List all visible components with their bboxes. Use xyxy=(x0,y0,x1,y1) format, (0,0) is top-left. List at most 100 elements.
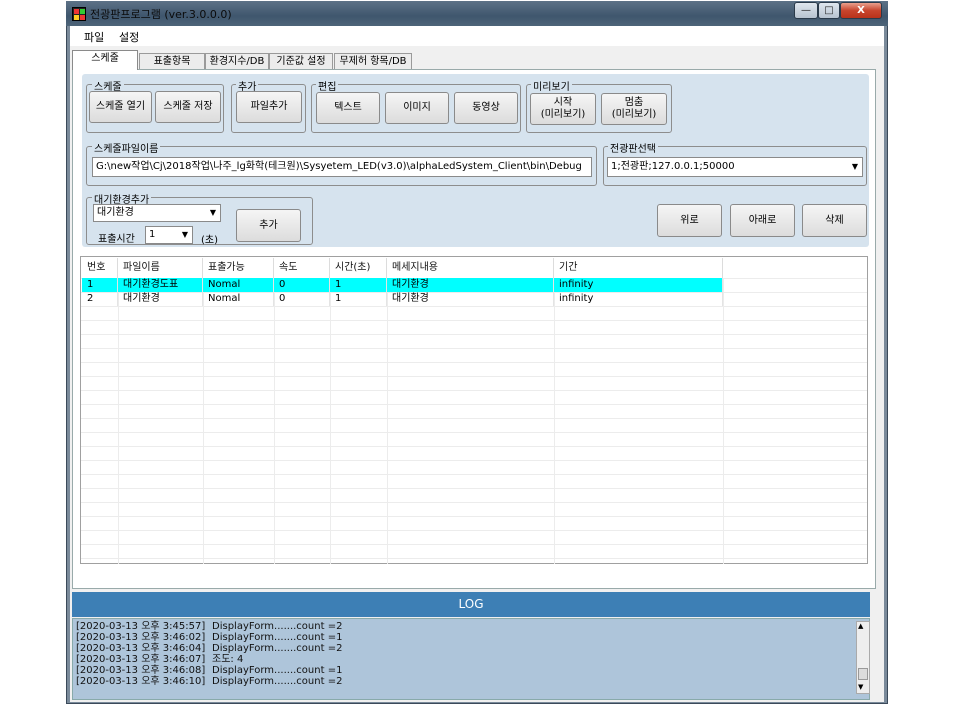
tab-extra-items-db[interactable]: 무제허 항목/DB xyxy=(334,53,412,69)
column-header-displayable[interactable]: 표출가능 xyxy=(203,258,274,278)
board-select-title: 전광판선택 xyxy=(608,140,658,155)
image-button[interactable]: 이미지 xyxy=(385,92,449,124)
chevron-down-icon: ▼ xyxy=(851,162,858,171)
grid-line xyxy=(81,432,867,433)
log-time: [2020-03-13 오후 3:46:04] xyxy=(76,643,206,654)
column-header-number[interactable]: 번호 xyxy=(82,258,118,278)
table-cell: infinity xyxy=(554,278,723,292)
table-cell: 1 xyxy=(330,278,387,292)
menu-bar xyxy=(70,26,884,46)
log-title-bar: LOG xyxy=(72,592,870,617)
log-time: [2020-03-13 오후 3:45:57] xyxy=(76,621,206,632)
column-header-speed[interactable]: 속도 xyxy=(274,258,330,278)
column-header-time[interactable]: 시간(초) xyxy=(330,258,387,278)
idle-env-dropdown[interactable]: 대기환경 ▼ xyxy=(93,204,221,222)
add-idle-env-button[interactable]: 추가 xyxy=(236,209,301,242)
table-cell: 1 xyxy=(82,278,118,292)
table-cell: Nomal xyxy=(203,292,274,306)
move-down-button[interactable]: 아래로 xyxy=(730,204,795,237)
delete-button[interactable]: 삭제 xyxy=(802,204,867,237)
close-button[interactable]: X xyxy=(840,2,882,19)
grid-line xyxy=(81,460,867,461)
stop-preview-button[interactable]: 멈춤 (미리보기) xyxy=(601,93,667,125)
chevron-down-icon: ▼ xyxy=(209,208,216,217)
grid-line xyxy=(81,376,867,377)
tab-threshold-settings[interactable]: 기준값 설정 xyxy=(269,53,333,69)
stop-preview-sublabel: (미리보기) xyxy=(611,109,657,120)
grid-line xyxy=(81,544,867,545)
grid-line xyxy=(81,488,867,489)
schedule-file-field[interactable]: G:\new작업\Cj\2018작업\나주_lg화학(테크원)\Sysyetem… xyxy=(92,157,592,177)
log-time: [2020-03-13 오후 3:46:07] xyxy=(76,654,206,665)
column-header-period[interactable]: 기간 xyxy=(554,258,723,278)
grid-line xyxy=(81,362,867,363)
scroll-down-icon[interactable]: ▼ xyxy=(858,683,863,691)
maximize-button[interactable]: □ xyxy=(818,2,840,19)
display-time-label: 표출시간 xyxy=(98,234,135,245)
table-cell: 1 xyxy=(330,292,387,306)
grid-line xyxy=(81,390,867,391)
menu-settings[interactable]: 설정 xyxy=(119,29,139,45)
log-time: [2020-03-13 오후 3:46:02] xyxy=(76,632,206,643)
tab-display-items[interactable]: 표출항목 xyxy=(139,53,205,69)
grid-line xyxy=(81,446,867,447)
log-entry: [2020-03-13 오후 3:46:10] DisplayForm......… xyxy=(76,676,342,687)
stop-preview-label: 멈춤 xyxy=(624,97,644,108)
table-cell: 0 xyxy=(274,292,330,306)
app-icon xyxy=(72,7,86,21)
table-cell: 대기환경 xyxy=(387,292,554,306)
grid-line xyxy=(81,306,867,307)
grid-line xyxy=(81,320,867,321)
display-time-dropdown[interactable]: 1 ▼ xyxy=(145,226,193,244)
board-select-dropdown[interactable]: 1;전광판;127.0.0.1;50000 ▼ xyxy=(607,157,863,177)
grid-line xyxy=(81,418,867,419)
log-entry: [2020-03-13 오후 3:46:02] DisplayForm......… xyxy=(76,632,342,643)
log-message: DisplayForm.......count =1 xyxy=(212,665,343,676)
grid-line xyxy=(81,516,867,517)
move-up-button[interactable]: 위로 xyxy=(657,204,722,237)
open-schedule-button[interactable]: 스케줄 열기 xyxy=(89,91,152,123)
log-message: DisplayForm.......count =2 xyxy=(212,676,343,687)
preview-group-title: 미리보기 xyxy=(531,78,572,93)
schedule-file-title: 스케줄파일이름 xyxy=(92,140,161,155)
edit-group-title: 편집 xyxy=(316,78,339,93)
column-header-filename[interactable]: 파일이름 xyxy=(118,258,203,278)
log-entry: [2020-03-13 오후 3:45:57] DisplayForm......… xyxy=(76,621,342,632)
save-schedule-button[interactable]: 스케줄 저장 xyxy=(155,91,221,123)
table-cell: Nomal xyxy=(203,278,274,292)
table-cell: 대기환경 xyxy=(387,278,554,292)
scroll-up-icon[interactable]: ▲ xyxy=(858,622,863,630)
board-select-value: 1;전광판;127.0.0.1;50000 xyxy=(611,161,735,172)
table-cell: 대기환경도표 xyxy=(118,278,203,292)
grid-line xyxy=(81,502,867,503)
log-scrollbar[interactable]: ▲ ▼ xyxy=(856,621,870,694)
start-preview-button[interactable]: 시작 (미리보기) xyxy=(530,93,596,125)
maximize-icon: □ xyxy=(824,5,834,16)
minimize-button[interactable]: — xyxy=(794,2,818,19)
tab-env-index-db[interactable]: 환경지수/DB xyxy=(205,53,269,69)
log-time: [2020-03-13 오후 3:46:10] xyxy=(76,676,206,687)
menu-file[interactable]: 파일 xyxy=(84,29,104,45)
log-entry: [2020-03-13 오후 3:46:08] DisplayForm......… xyxy=(76,665,342,676)
grid-line xyxy=(81,334,867,335)
idle-env-value: 대기환경 xyxy=(97,207,134,218)
log-message: DisplayForm.......count =1 xyxy=(212,632,343,643)
scroll-thumb[interactable] xyxy=(858,668,868,680)
add-file-button[interactable]: 파일추가 xyxy=(236,91,302,123)
table-cell: 대기환경 xyxy=(118,292,203,306)
log-entry: [2020-03-13 오후 3:46:07] 조도: 4 xyxy=(76,654,243,665)
start-preview-sublabel: (미리보기) xyxy=(540,109,586,120)
table-cell: 0 xyxy=(274,278,330,292)
log-message: 조도: 4 xyxy=(212,654,244,665)
table-cell: infinity xyxy=(554,292,723,306)
grid-line xyxy=(81,474,867,475)
text-button[interactable]: 텍스트 xyxy=(316,92,380,124)
log-time: [2020-03-13 오후 3:46:08] xyxy=(76,665,206,676)
grid-line xyxy=(81,530,867,531)
video-button[interactable]: 동영상 xyxy=(454,92,518,124)
log-message: DisplayForm.......count =2 xyxy=(212,643,343,654)
display-time-value: 1 xyxy=(149,229,156,240)
close-icon: X xyxy=(857,5,865,16)
tab-schedule[interactable]: 스케줄 xyxy=(72,50,138,70)
column-header-message[interactable]: 메세지내용 xyxy=(387,258,554,278)
